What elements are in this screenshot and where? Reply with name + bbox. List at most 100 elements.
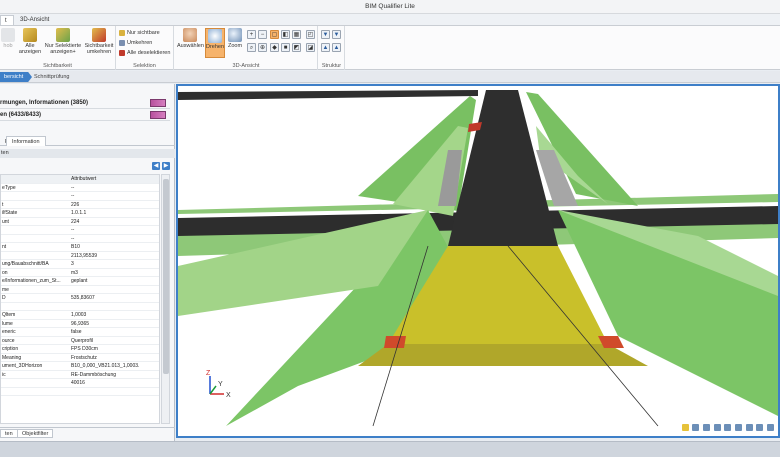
render-icon[interactable]	[724, 424, 732, 431]
attribute-name: nt	[2, 244, 7, 250]
view-front-icon[interactable]: ▢	[270, 30, 279, 39]
table-row[interactable]	[1, 388, 159, 396]
alle-anzeigen-button[interactable]: Alle anzeigen	[17, 28, 43, 55]
attribute-value: --	[71, 184, 75, 191]
table-row[interactable]: ource Querprofil	[1, 337, 159, 345]
prev-arrow-icon[interactable]: ◀	[152, 162, 160, 170]
nur-selektierte-button[interactable]: Nur Selektierte anzeigen+	[44, 28, 82, 55]
render-icon[interactable]	[734, 424, 742, 431]
window-title: BIM Qualifier Lite	[0, 0, 780, 14]
table-row[interactable]: on m3	[1, 269, 159, 277]
table-row[interactable]: cription FPS D30cm	[1, 345, 159, 354]
view-settings-icon[interactable]: ◰	[306, 30, 315, 39]
nur-sichtbare-item[interactable]: Nur sichtbare	[119, 29, 160, 37]
group-label: 3D-Ansicht	[232, 63, 260, 69]
table-scrollbar[interactable]	[161, 174, 170, 424]
tab-attributen[interactable]: ten	[0, 429, 18, 438]
table-row[interactable]: 2113,95539	[1, 252, 159, 260]
attribute-value: --	[71, 235, 75, 242]
table-row[interactable]: 40016	[1, 379, 159, 388]
filter-icon[interactable]	[150, 99, 166, 107]
attribute-value: 2113,95539	[71, 252, 98, 259]
zoom-button[interactable]: Zoom	[227, 28, 243, 49]
render-icon[interactable]	[756, 424, 764, 431]
table-row[interactable]: --	[1, 235, 159, 243]
sichtbarkeit-umkehren-button[interactable]: Sichtbarkeit umkehren	[83, 28, 115, 55]
table-row[interactable]: ung/Bauabschnitt/BA 3	[1, 260, 159, 269]
view-top-icon[interactable]: ■	[281, 43, 290, 52]
attribute-name: ung/Bauabschnitt/BA	[2, 261, 49, 267]
tab-objektfilter[interactable]: Objektfilter	[17, 429, 54, 438]
axis-label-x: X	[226, 392, 231, 399]
invert-icon	[119, 39, 125, 46]
view-grid-icon[interactable]: ▦	[292, 30, 301, 39]
table-row[interactable]: me	[1, 286, 159, 294]
attribute-value: 226	[71, 201, 80, 208]
3d-viewport[interactable]: Z X Y	[176, 84, 780, 438]
group-row-elemente[interactable]: en (6433/8433)	[0, 109, 170, 121]
next-arrow-icon[interactable]: ▶	[162, 162, 170, 170]
table-row[interactable]: eneric false	[1, 328, 159, 337]
crumb-uebersicht[interactable]: bersicht	[0, 72, 32, 82]
view-side-icon[interactable]: ◧	[281, 30, 290, 39]
table-row[interactable]	[1, 303, 159, 311]
table-row[interactable]: ic RE-Dammböschung	[1, 371, 159, 379]
crumb-schnittpruefung[interactable]: Schnittprüfung	[30, 72, 79, 82]
section-header: ten	[0, 149, 175, 158]
group-row-anmerkungen[interactable]: rmungen, Informationen (3850)	[0, 97, 170, 109]
tab-3d-ansicht[interactable]: 3D-Ansicht	[16, 15, 53, 25]
table-row[interactable]: Qltem 1,0003	[1, 311, 159, 320]
attribute-value: Frostschutz	[71, 354, 97, 361]
expand-down-icon[interactable]: ▼	[321, 30, 330, 39]
scroll-thumb[interactable]	[163, 179, 169, 374]
zoom-in-icon[interactable]: +	[247, 30, 256, 39]
table-row[interactable]: eType --	[1, 184, 159, 192]
table-row[interactable]: unt 224	[1, 218, 159, 226]
collapse-up-icon[interactable]: ▲	[321, 43, 330, 52]
table-row[interactable]: lume 96,9365	[1, 320, 159, 328]
table-row[interactable]: e/Informationen_zum_St... geplant	[1, 277, 159, 286]
render-icon[interactable]	[767, 424, 774, 431]
hidden-button[interactable]: hob	[0, 28, 16, 49]
render-icon[interactable]	[745, 424, 753, 431]
auswaehlen-button[interactable]: Auswählen	[177, 28, 204, 49]
table-row[interactable]: ilfState 1.0.1.1	[1, 209, 159, 218]
expand-all-icon[interactable]: ▼	[332, 30, 341, 39]
attribute-name: lume	[2, 320, 13, 327]
attribute-name: Meaning	[2, 354, 22, 361]
attribute-name: ource	[2, 337, 15, 344]
tab-start[interactable]: t	[0, 15, 14, 25]
alle-deselektieren-item[interactable]: Alle deselektieren	[119, 49, 170, 57]
render-icon[interactable]	[702, 424, 710, 431]
table-row[interactable]: Meaning Frostschutz	[1, 354, 159, 362]
table-row[interactable]: --	[1, 226, 159, 235]
zoom-window-icon[interactable]: ⌕	[247, 43, 256, 52]
table-row[interactable]: --	[1, 192, 159, 201]
3d-scene[interactable]: Z X Y	[178, 86, 778, 436]
render-icon[interactable]	[713, 424, 721, 431]
table-row[interactable]: nt B10	[1, 243, 159, 252]
light-icon[interactable]	[681, 424, 689, 431]
attribute-name: unt	[2, 218, 9, 225]
umkehren-item[interactable]: Umkehren	[119, 39, 152, 47]
zoom-fit-icon[interactable]: ⊕	[258, 43, 267, 52]
table-row[interactable]: t 226	[1, 201, 159, 209]
view-extra-icon[interactable]: ◪	[306, 43, 315, 52]
render-icon[interactable]	[692, 424, 700, 431]
axis-label-y: Y	[218, 381, 223, 388]
view-3d-icon[interactable]: ◩	[292, 43, 301, 52]
group-selektion: Nur sichtbare Umkehren Alle deselektiere…	[116, 26, 174, 70]
table-header: Attributwert	[1, 175, 159, 184]
tab-information[interactable]: Information	[6, 136, 46, 146]
filter-icon[interactable]	[150, 111, 166, 119]
table-row[interactable]: ument_3DHorizon B10_0,000_VB21.013_1,0003…	[1, 362, 159, 371]
table-row[interactable]: D 535,83607	[1, 294, 159, 303]
drehen-button[interactable]: Drehen	[205, 28, 225, 58]
attribute-name: me	[2, 286, 9, 293]
zoom-out-icon[interactable]: −	[258, 30, 267, 39]
view-iso-icon[interactable]: ◆	[270, 43, 279, 52]
attribute-name: D	[2, 295, 6, 301]
collapse-all-icon[interactable]: ▲	[332, 43, 341, 52]
rotate-icon	[208, 29, 222, 43]
attribute-name: t	[2, 201, 4, 208]
